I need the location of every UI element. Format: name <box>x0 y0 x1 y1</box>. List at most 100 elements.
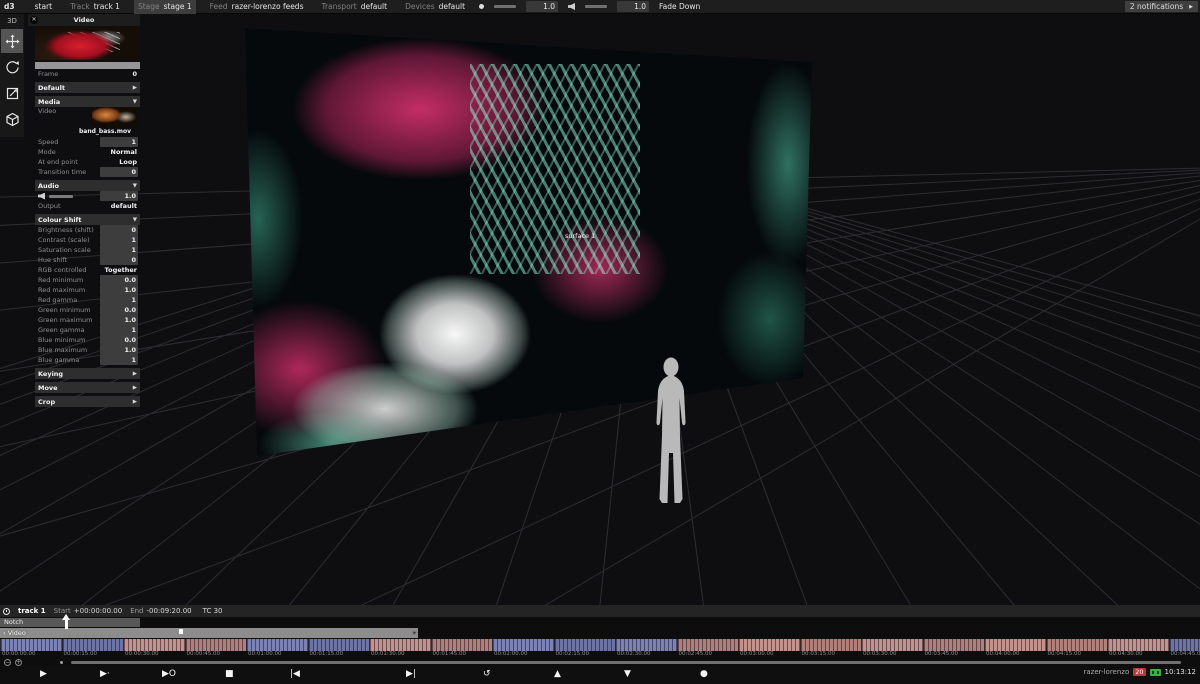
property-value[interactable]: 0.0 <box>100 305 138 315</box>
property-value[interactable]: Loop <box>119 158 140 166</box>
master-volume-slider[interactable] <box>585 5 607 8</box>
audio-level-slider[interactable] <box>49 195 73 198</box>
property-value[interactable]: 0.0 <box>100 335 138 345</box>
audio-level-value[interactable]: 1.0 <box>100 191 138 201</box>
editor-row-transition-time[interactable]: Transition time0 <box>35 167 140 177</box>
health-status-badge[interactable] <box>1150 669 1161 676</box>
ruler-segment[interactable] <box>492 639 554 651</box>
menu-feed[interactable]: Feed razer-lorenzo feeds <box>206 0 308 14</box>
editor-row-crop[interactable]: Crop▶ <box>35 396 140 407</box>
zoom-out-icon[interactable]: − <box>4 659 11 666</box>
editor-titlebar[interactable]: ✕ Video <box>28 14 140 26</box>
property-value[interactable]: Normal <box>111 148 141 156</box>
editor-row-red-gamma[interactable]: Red gamma1 <box>35 295 140 305</box>
ruler-segment[interactable] <box>800 639 862 651</box>
editor-row-mode[interactable]: ModeNormal <box>35 147 140 157</box>
timeline-end[interactable]: End-00:09:20.00 <box>130 607 191 615</box>
editor-row-default[interactable]: Default▶ <box>35 82 140 93</box>
editor-row-blue-maximum[interactable]: Blue maximum1.0 <box>35 345 140 355</box>
editor-row-blue-gamma[interactable]: Blue gamma1 <box>35 355 140 365</box>
ruler-segment[interactable] <box>923 639 985 651</box>
editor-row-keying[interactable]: Keying▶ <box>35 368 140 379</box>
ruler-segment[interactable] <box>615 639 677 651</box>
property-value[interactable]: 1 <box>100 355 138 365</box>
stage-3d-viewport[interactable]: surface 1 <box>0 14 1200 605</box>
media-thumbnail[interactable] <box>92 107 138 127</box>
editor-row-red-minimum[interactable]: Red minimum0.0 <box>35 275 140 285</box>
property-value[interactable]: 1.0 <box>100 345 138 355</box>
timeline-timecode-rate[interactable]: TC 30 <box>200 607 223 615</box>
ruler-segment[interactable] <box>431 639 493 651</box>
property-value[interactable]: 0.0 <box>100 275 138 285</box>
property-value[interactable]: 1.0 <box>100 315 138 325</box>
timeline-ruler[interactable] <box>0 639 1200 651</box>
fade-down-button[interactable]: Fade Down <box>659 2 700 11</box>
playhead-marker[interactable] <box>62 614 71 630</box>
editor-row-green-maximum[interactable]: Green maximum1.0 <box>35 315 140 325</box>
ruler-segment[interactable] <box>554 639 616 651</box>
editor-row-frame[interactable]: Frame0 <box>35 69 140 79</box>
menu-track[interactable]: Track track 1 <box>66 0 124 14</box>
property-value[interactable]: 0 <box>100 225 138 235</box>
property-value[interactable]: 0 <box>100 255 138 265</box>
editor-row-move[interactable]: Move▶ <box>35 382 140 393</box>
editor-row-speed[interactable]: Speed1 <box>35 137 140 147</box>
editor-row-brightness-shift[interactable]: Brightness (shift)0 <box>35 225 140 235</box>
ruler-segment[interactable] <box>984 639 1046 651</box>
property-value[interactable]: 1.0 <box>100 285 138 295</box>
timeline-scrollbar[interactable] <box>71 661 1181 664</box>
section-marker[interactable] <box>179 629 183 634</box>
editor-row-blue-minimum[interactable]: Blue minimum0.0 <box>35 335 140 345</box>
editor-row-output[interactable]: Outputdefault <box>35 201 140 211</box>
editor-row-at-end-point[interactable]: At end pointLoop <box>35 157 140 167</box>
property-value[interactable]: 0 <box>132 70 140 78</box>
editor-row-media[interactable]: Media▼ <box>35 96 140 107</box>
rotate-tool-button[interactable] <box>1 55 23 79</box>
menu-devices[interactable]: Devices default <box>401 0 469 14</box>
ruler-segment[interactable] <box>861 639 923 651</box>
ruler-segment[interactable] <box>1107 639 1169 651</box>
video-scrubber[interactable] <box>35 62 140 69</box>
property-value[interactable]: Together <box>105 266 140 274</box>
property-value[interactable]: 1 <box>100 325 138 335</box>
editor-row-green-gamma[interactable]: Green gamma1 <box>35 325 140 335</box>
property-value[interactable]: 1 <box>100 245 138 255</box>
editor-row-audio[interactable]: Audio▼ <box>35 180 140 191</box>
ruler-segment[interactable] <box>62 639 124 651</box>
editor-row-video[interactable]: Videoband_bass.mov <box>35 107 140 137</box>
editor-row-audio-level[interactable]: 1.0 <box>35 191 140 201</box>
master-brightness-slider[interactable] <box>494 5 516 8</box>
editor-row-rgb-controlled[interactable]: RGB controlledTogether <box>35 265 140 275</box>
menu-stage[interactable]: Stage stage 1 <box>134 0 196 14</box>
editor-row-red-maximum[interactable]: Red maximum1.0 <box>35 285 140 295</box>
property-value[interactable]: default <box>111 202 140 210</box>
ruler-segment[interactable] <box>738 639 800 651</box>
scale-tool-button[interactable] <box>1 81 23 105</box>
ruler-segment[interactable] <box>1046 639 1108 651</box>
editor-row-saturation-scale[interactable]: Saturation scale1 <box>35 245 140 255</box>
ruler-segment[interactable] <box>308 639 370 651</box>
orbit-tool-button[interactable] <box>1 107 23 131</box>
zoom-in-icon[interactable]: + <box>15 659 22 666</box>
property-value[interactable]: 1 <box>100 235 138 245</box>
editor-row-colour-shift[interactable]: Colour Shift▼ <box>35 214 140 225</box>
property-value[interactable]: 0 <box>100 167 138 177</box>
move-tool-button[interactable] <box>1 29 23 53</box>
editor-row-hue-shift[interactable]: Hue shift0 <box>35 255 140 265</box>
close-icon[interactable]: ✕ <box>30 16 38 24</box>
master-brightness-value[interactable]: 1.0 <box>526 1 558 12</box>
editor-row-green-minimum[interactable]: Green minimum0.0 <box>35 305 140 315</box>
property-value[interactable]: 1 <box>100 295 138 305</box>
video-preview-thumbnail[interactable] <box>35 26 140 60</box>
menu-start[interactable]: start <box>31 0 56 14</box>
ruler-segment[interactable] <box>0 639 62 651</box>
editor-row-contrast-scale[interactable]: Contrast (scale)1 <box>35 235 140 245</box>
property-value[interactable]: 1 <box>100 137 138 147</box>
ruler-segment[interactable] <box>246 639 308 651</box>
notifications-button[interactable]: 2 notifications ▶ <box>1125 1 1198 12</box>
menu-transport[interactable]: Transport default <box>317 0 391 14</box>
master-volume-value[interactable]: 1.0 <box>617 1 649 12</box>
ruler-segment[interactable] <box>123 639 185 651</box>
ruler-segment[interactable] <box>677 639 739 651</box>
ruler-segment[interactable] <box>369 639 431 651</box>
